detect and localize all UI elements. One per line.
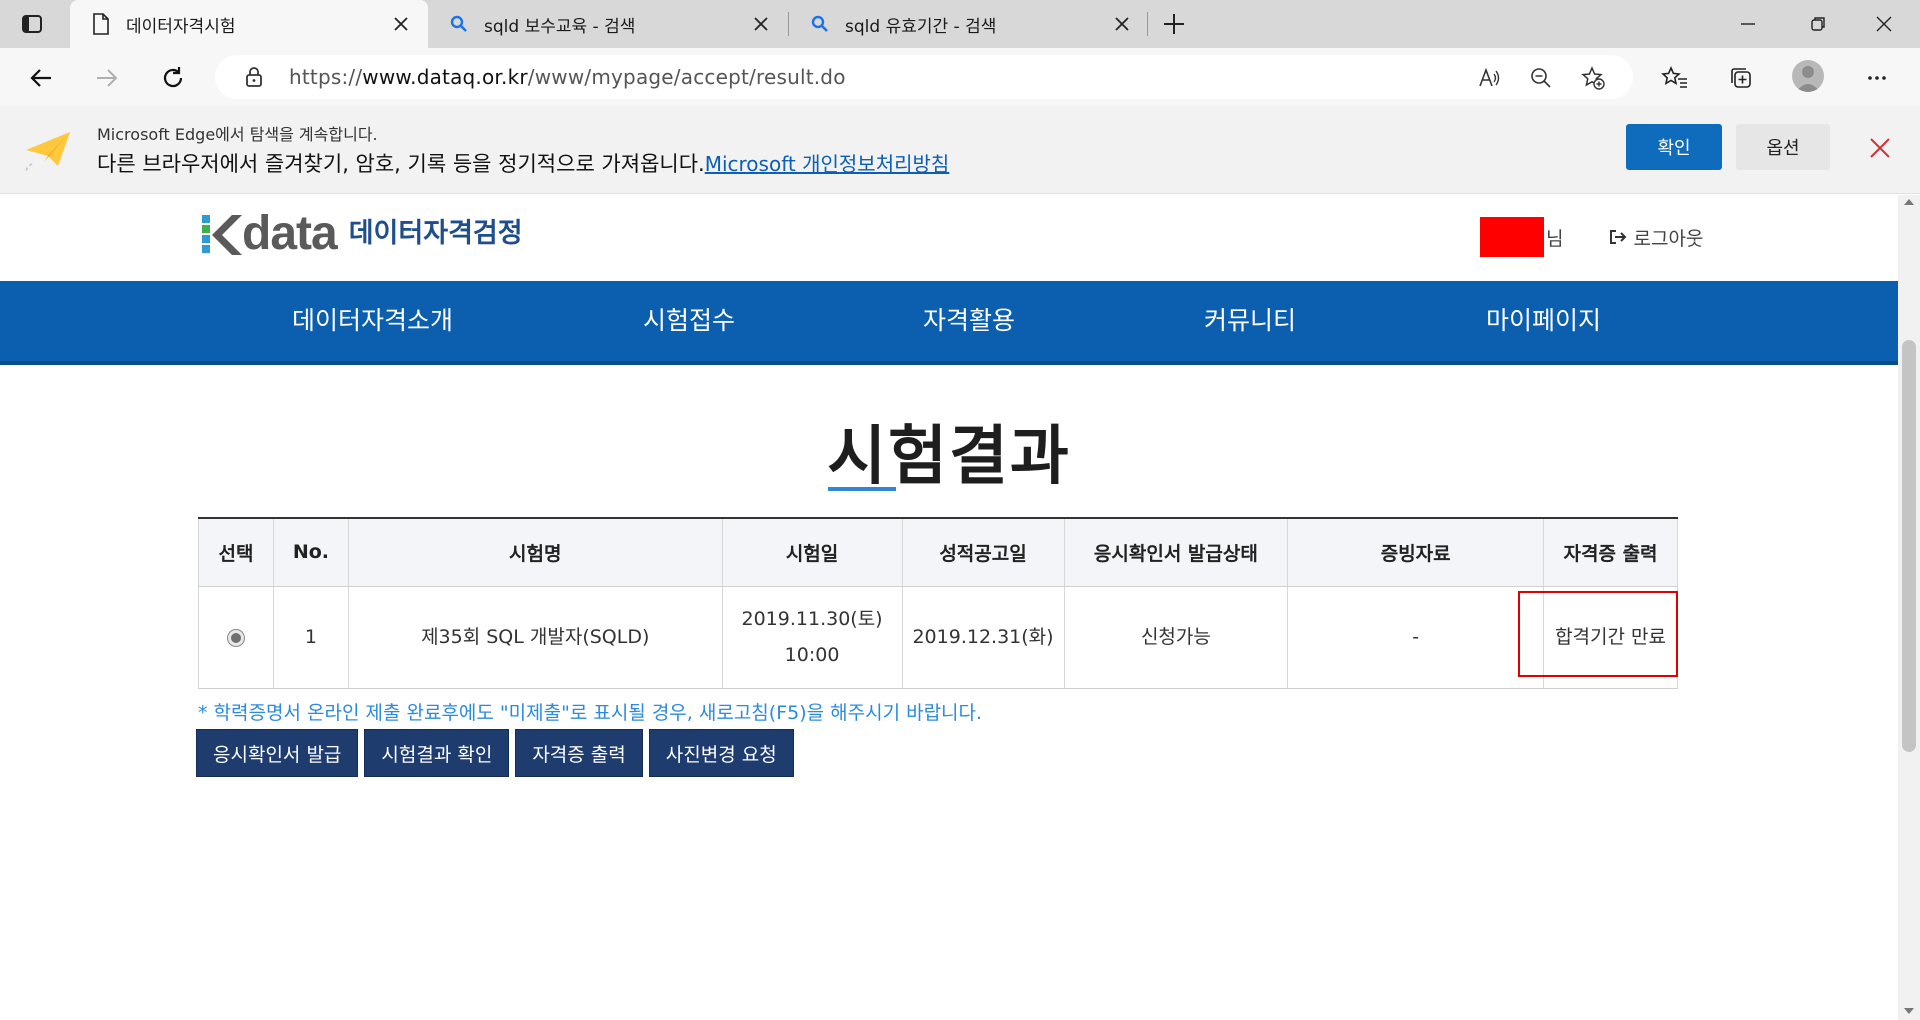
- confirm-button[interactable]: 확인: [1626, 124, 1722, 170]
- confirmation-issue-status: 신청가능: [1063, 586, 1289, 689]
- close-icon[interactable]: [1111, 13, 1133, 35]
- profile-avatar[interactable]: [1792, 60, 1824, 92]
- exam-name: 제35회 SQL 개발자(SQLD): [347, 586, 723, 689]
- action-buttons: 응시확인서 발급 시험결과 확인 자격증 출력 사진변경 요청: [196, 729, 794, 777]
- print-certificate-button[interactable]: 자격증 출력: [515, 729, 643, 777]
- highlight-annotation-box: [1518, 591, 1678, 677]
- infobar-message: 다른 브라우저에서 즐겨찾기, 암호, 기록 등을 정기적으로 가져옵니다.Mi…: [97, 148, 949, 178]
- site-header: data 데이터자격검정 님 로그아웃: [0, 195, 1898, 281]
- main-navigation: 데이터자격소개 시험접수 자격활용 커뮤니티 마이페이지: [0, 281, 1898, 365]
- close-icon[interactable]: [390, 13, 412, 35]
- nav-item-exam-application[interactable]: 시험접수: [643, 281, 735, 361]
- add-favorite-icon[interactable]: [1581, 66, 1605, 90]
- scroll-up-arrow-icon[interactable]: [1904, 199, 1914, 205]
- url-path: /www/mypage/accept/result.do: [527, 65, 846, 89]
- tab-search-sqld-training[interactable]: sqld 보수교육 - 검색: [428, 0, 788, 48]
- user-area: 님 로그아웃: [1480, 217, 1703, 257]
- table-header-row: 선택 No. 시험명 시험일 성적공고일 응시확인서 발급상태 증빙자료 자격증…: [198, 517, 1678, 587]
- transcript-notice: * 학력증명서 온라인 제출 완료후에도 "미제출"로 표시될 경우, 새로고침…: [198, 702, 983, 724]
- restore-icon[interactable]: [1804, 10, 1832, 38]
- check-result-button[interactable]: 시험결과 확인: [364, 729, 510, 777]
- exam-date-time: 10:00: [784, 644, 840, 666]
- exam-date-day: 2019.11.30(토): [741, 608, 883, 630]
- url-text: https://www.dataq.or.kr/www/mypage/accep…: [289, 65, 846, 89]
- evidence-documents: -: [1287, 586, 1545, 689]
- infobar-message-text: 다른 브라우저에서 즐겨찾기, 암호, 기록 등을 정기적으로 가져옵니다.: [97, 152, 705, 176]
- page-viewport: data 데이터자격검정 님 로그아웃 데이터자격소개 시험접수 자격활용 커뮤…: [0, 195, 1898, 1020]
- exam-date: 2019.11.30(토) 10:00: [721, 586, 903, 689]
- tab-actions-icon[interactable]: [18, 10, 46, 38]
- user-honorific: 님: [1546, 227, 1564, 250]
- nav-item-community[interactable]: 커뮤니티: [1204, 281, 1296, 361]
- issue-confirmation-button[interactable]: 응시확인서 발급: [196, 729, 359, 777]
- tab-title: sqld 보수교육 - 검색: [484, 16, 636, 37]
- url-scheme: https://: [289, 65, 363, 89]
- scrollbar-thumb[interactable]: [1902, 340, 1916, 752]
- row-number: 1: [272, 586, 349, 689]
- title-underline: [828, 487, 896, 491]
- logout-icon: [1609, 228, 1627, 246]
- tab-dataq[interactable]: 데이터자격시험: [70, 0, 428, 48]
- select-radio[interactable]: [226, 628, 245, 647]
- page-title: 시험결과: [827, 420, 1071, 494]
- forward-arrow-icon[interactable]: [92, 63, 122, 93]
- more-menu-icon[interactable]: [1862, 63, 1892, 93]
- result-announcement-date: 2019.12.31(화): [901, 586, 1065, 689]
- window-close-icon[interactable]: [1870, 10, 1898, 38]
- column-header: 응시확인서 발급상태: [1063, 517, 1289, 587]
- options-button[interactable]: 옵션: [1736, 124, 1830, 170]
- import-infobar: Microsoft Edge에서 탐색을 계속합니다. 다른 브라우저에서 즐겨…: [0, 106, 1920, 194]
- exam-result-table: 선택 No. 시험명 시험일 성적공고일 응시확인서 발급상태 증빙자료 자격증…: [198, 517, 1678, 689]
- browser-toolbar: https://www.dataq.or.kr/www/mypage/accep…: [0, 48, 1920, 106]
- privacy-policy-link[interactable]: Microsoft 개인정보처리방침: [705, 152, 950, 176]
- search-icon: [809, 13, 831, 35]
- lock-icon[interactable]: [243, 66, 265, 88]
- logo-subtitle: 데이터자격검정: [348, 218, 523, 249]
- refresh-icon[interactable]: [158, 63, 188, 93]
- kdata-logo[interactable]: data 데이터자격검정: [198, 209, 523, 259]
- logout-label: 로그아웃: [1633, 227, 1704, 250]
- back-arrow-icon[interactable]: [26, 63, 56, 93]
- logout-link[interactable]: 로그아웃: [1609, 224, 1703, 251]
- page-icon: [90, 13, 112, 35]
- nav-item-mypage[interactable]: 마이페이지: [1486, 281, 1601, 361]
- nav-item-qualification-usage[interactable]: 자격활용: [923, 281, 1015, 361]
- scroll-down-arrow-icon[interactable]: [1904, 1008, 1914, 1014]
- tab-separator: [1147, 12, 1148, 36]
- logo-wordmark: data: [242, 207, 338, 260]
- redacted-username: [1480, 217, 1544, 257]
- column-header: 시험일: [721, 517, 903, 587]
- column-header: 성적공고일: [901, 517, 1065, 587]
- column-header: 시험명: [347, 517, 723, 587]
- tab-title: 데이터자격시험: [126, 16, 236, 37]
- new-tab-icon[interactable]: [1160, 10, 1188, 38]
- column-header: 선택: [198, 517, 274, 587]
- close-icon[interactable]: [1868, 136, 1892, 164]
- url-host: www.dataq.or.kr: [362, 65, 528, 89]
- read-aloud-icon[interactable]: [1477, 66, 1501, 90]
- column-header: No.: [272, 517, 349, 587]
- favorites-icon[interactable]: [1660, 63, 1690, 93]
- close-icon[interactable]: [750, 13, 772, 35]
- page-scrollbar[interactable]: [1898, 195, 1920, 1020]
- select-cell: [198, 586, 274, 689]
- table-row: 1 제35회 SQL 개발자(SQLD) 2019.11.30(토) 10:00 …: [198, 586, 1678, 689]
- minimize-icon[interactable]: [1734, 10, 1762, 38]
- paper-plane-icon: [22, 128, 76, 174]
- nav-item-data-qualification-intro[interactable]: 데이터자격소개: [292, 281, 453, 361]
- infobar-title: Microsoft Edge에서 탐색을 계속합니다.: [97, 125, 378, 144]
- tab-title: sqld 유효기간 - 검색: [845, 16, 997, 37]
- tab-search-sqld-validity[interactable]: sqld 유효기간 - 검색: [789, 0, 1149, 48]
- request-photo-change-button[interactable]: 사진변경 요청: [648, 729, 794, 777]
- tab-strip: 데이터자격시험 sqld 보수교육 - 검색 sqld 유효기간 - 검색: [0, 0, 1920, 48]
- collections-icon[interactable]: [1726, 63, 1756, 93]
- column-header: 증빙자료: [1287, 517, 1545, 587]
- address-bar[interactable]: https://www.dataq.or.kr/www/mypage/accep…: [215, 55, 1633, 99]
- search-icon: [448, 13, 470, 35]
- zoom-out-icon[interactable]: [1529, 66, 1553, 90]
- k-logo-icon: [198, 211, 242, 257]
- column-header: 자격증 출력: [1543, 517, 1678, 587]
